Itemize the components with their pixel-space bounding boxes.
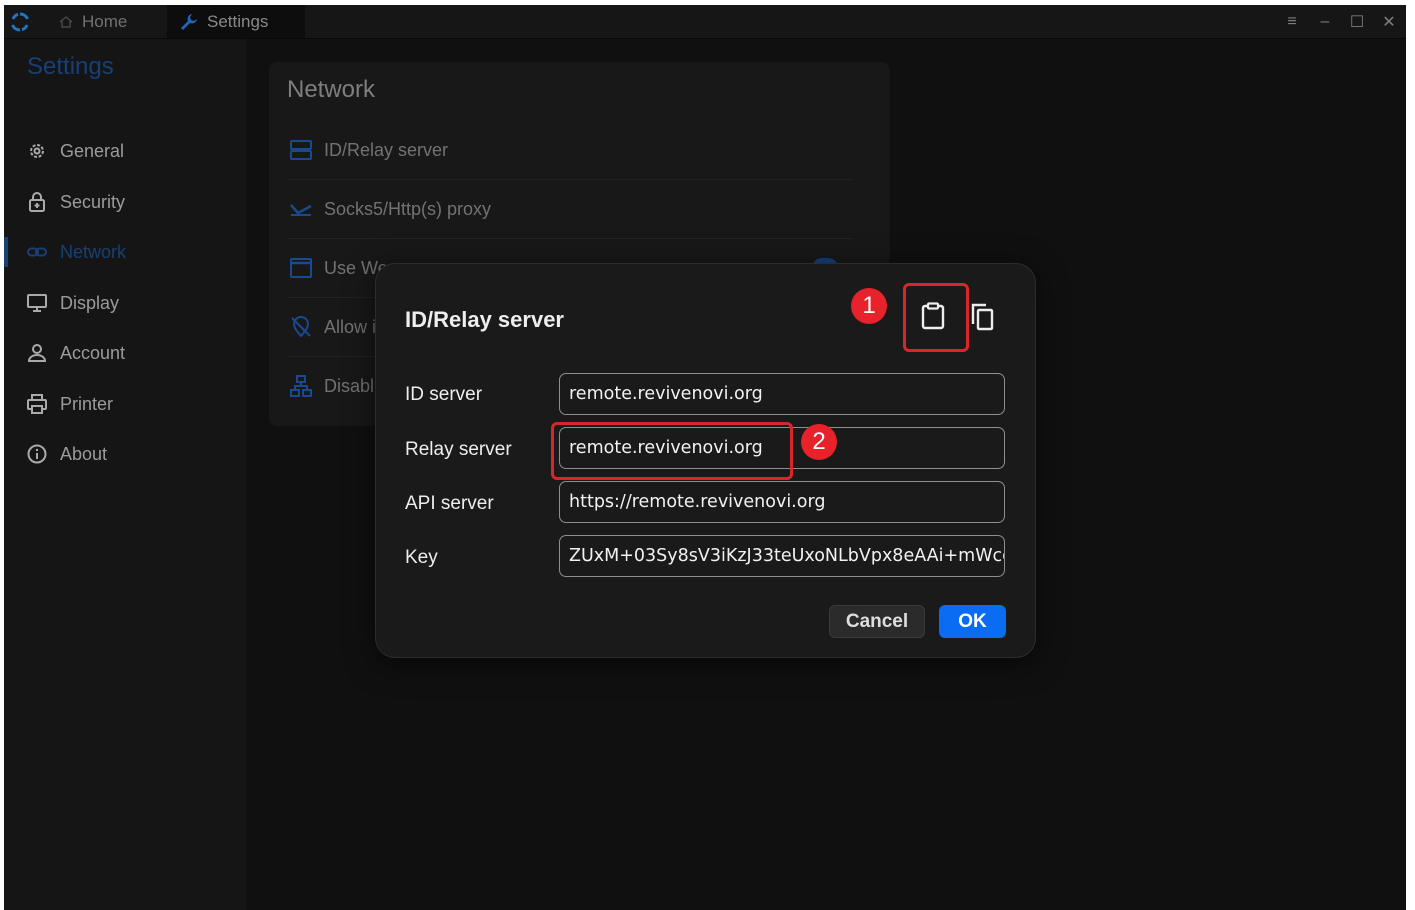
dialog-title: ID/Relay server <box>405 307 564 332</box>
ok-button[interactable]: OK <box>939 605 1006 638</box>
api-server-label: API server <box>405 493 494 514</box>
id-server-label: ID server <box>405 384 483 405</box>
app-window: Home Settings ≡ – ☐ ✕ Settings General S… <box>4 5 1406 910</box>
api-server-input[interactable]: https://remote.revivenovi.org <box>559 481 1005 523</box>
highlight-paste-button <box>903 283 969 352</box>
key-label: Key <box>405 547 438 568</box>
highlight-relay-server-input <box>551 422 793 480</box>
step-badge-2: 2 <box>801 424 837 460</box>
copy-icon[interactable] <box>966 301 998 333</box>
step-badge-1: 1 <box>851 288 887 324</box>
id-server-input[interactable]: remote.revivenovi.org <box>559 373 1005 415</box>
cancel-button[interactable]: Cancel <box>829 605 925 638</box>
id-relay-server-dialog: ID/Relay server 1 ID server remote.reviv… <box>375 263 1036 658</box>
relay-server-label: Relay server <box>405 439 512 460</box>
key-input[interactable]: ZUxM+03Sy8sV3iKzJ33teUxoNLbVpx8eAAi+mWcc <box>559 535 1005 577</box>
